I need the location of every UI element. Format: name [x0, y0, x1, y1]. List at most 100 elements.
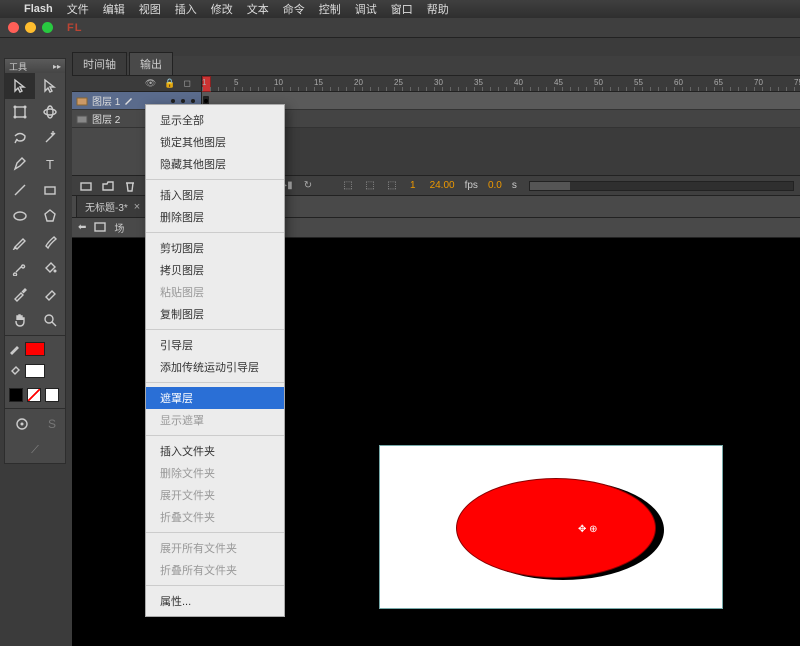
oval-tool[interactable] — [5, 203, 35, 229]
menu-edit[interactable]: 编辑 — [103, 1, 125, 17]
context-menu-item[interactable]: 添加传统运动引导层 — [146, 356, 284, 378]
edit-multiple-button[interactable]: ⬚ — [384, 179, 400, 193]
new-folder-button[interactable] — [100, 179, 116, 193]
pencil-tool[interactable] — [5, 229, 35, 255]
ruler-mark: 45 — [554, 78, 563, 87]
current-frame[interactable]: 1 — [406, 180, 420, 191]
options-indicator: ⟋ — [31, 444, 39, 457]
context-menu-item[interactable]: 复制图层 — [146, 303, 284, 325]
timeline-panel-tabs: 时间轴 输出 — [72, 56, 800, 76]
brush-tool[interactable] — [35, 229, 65, 255]
subselection-tool[interactable] — [35, 73, 65, 99]
paint-bucket-tool[interactable] — [35, 255, 65, 281]
context-menu-item[interactable]: 插入图层 — [146, 184, 284, 206]
bone-tool[interactable] — [5, 255, 35, 281]
timeline-ruler[interactable]: 15101520253035404550556065707580 — [202, 76, 800, 92]
menu-file[interactable]: 文件 — [67, 1, 89, 17]
new-layer-button[interactable] — [78, 179, 94, 193]
tab-output[interactable]: 输出 — [129, 52, 173, 75]
ruler-mark: 1 — [202, 78, 206, 87]
selection-tool[interactable] — [5, 73, 35, 99]
onion-outline-button[interactable]: ⬚ — [362, 179, 378, 193]
context-menu-item: 折叠文件夹 — [146, 506, 284, 528]
context-menu-item[interactable]: 属性... — [146, 590, 284, 612]
loop-button[interactable]: ↻ — [300, 179, 316, 193]
zoom-tool[interactable] — [35, 307, 65, 333]
lasso-tool[interactable] — [5, 125, 35, 151]
lock-icon[interactable]: 🔒 — [164, 78, 175, 89]
menu-modify[interactable]: 修改 — [211, 1, 233, 17]
panel-collapse-icon[interactable]: ▸▸ — [53, 62, 61, 71]
context-menu-item[interactable]: 显示全部 — [146, 109, 284, 131]
eyedropper-tool[interactable] — [5, 281, 35, 307]
fill-color[interactable] — [9, 362, 61, 380]
eraser-tool[interactable] — [35, 281, 65, 307]
no-color[interactable] — [27, 388, 41, 402]
context-menu-item[interactable]: 锁定其他图层 — [146, 131, 284, 153]
3d-rotation-tool[interactable] — [35, 99, 65, 125]
context-menu-item[interactable]: 剪切图层 — [146, 237, 284, 259]
window-close-button[interactable] — [8, 22, 19, 33]
context-menu-item[interactable]: 删除图层 — [146, 206, 284, 228]
back-icon[interactable]: ⬅ — [78, 222, 86, 233]
onion-skin-button[interactable]: ⬚ — [340, 179, 356, 193]
scene-label[interactable]: 场 — [114, 220, 124, 235]
rectangle-tool[interactable] — [35, 177, 65, 203]
snap-to-object-icon[interactable] — [14, 416, 30, 432]
stroke-swatch[interactable] — [25, 342, 45, 356]
visibility-icon[interactable]: 👁 — [145, 78, 156, 89]
hand-tool[interactable] — [5, 307, 35, 333]
menu-commands[interactable]: 命令 — [283, 1, 305, 17]
frames-area[interactable] — [202, 92, 800, 128]
menu-text[interactable]: 文本 — [247, 1, 269, 17]
outline-icon[interactable]: ◻ — [184, 78, 191, 89]
tab-timeline[interactable]: 时间轴 — [72, 52, 127, 75]
close-tab-icon[interactable]: × — [134, 201, 140, 213]
document-tab[interactable]: 无标题-3* × — [76, 195, 149, 218]
elapsed-time: 0.0 — [484, 180, 506, 191]
window-maximize-button[interactable] — [42, 22, 53, 33]
tools-panel-header[interactable]: 工具 ▸▸ — [5, 59, 65, 73]
menu-help[interactable]: 帮助 — [427, 1, 449, 17]
context-menu-item[interactable]: 拷贝图层 — [146, 259, 284, 281]
menu-view[interactable]: 视图 — [139, 1, 161, 17]
polystar-tool[interactable] — [35, 203, 65, 229]
stage[interactable]: ✥ ⊕ — [380, 446, 722, 608]
swap-colors[interactable] — [45, 388, 59, 402]
time-unit: s — [512, 180, 517, 191]
magic-wand-tool[interactable] — [35, 125, 65, 151]
context-menu-item[interactable]: 遮罩层 — [146, 387, 284, 409]
smooth-option[interactable]: S — [48, 417, 56, 431]
menu-window[interactable]: 窗口 — [391, 1, 413, 17]
context-menu-item[interactable]: 引导层 — [146, 334, 284, 356]
menu-debug[interactable]: 调试 — [355, 1, 377, 17]
timeline-scrollbar[interactable] — [529, 181, 794, 191]
frames-row-1[interactable] — [202, 92, 800, 110]
frames-row-2[interactable] — [202, 110, 800, 128]
scrollbar-thumb[interactable] — [530, 182, 570, 190]
fps-value[interactable]: 24.00 — [426, 180, 459, 191]
context-menu-separator — [146, 232, 284, 233]
pencil-icon — [9, 343, 21, 355]
black-white-swap[interactable] — [9, 388, 23, 402]
ruler-mark: 20 — [354, 78, 363, 87]
menu-insert[interactable]: 插入 — [175, 1, 197, 17]
context-menu-item[interactable]: 隐藏其他图层 — [146, 153, 284, 175]
menu-control[interactable]: 控制 — [319, 1, 341, 17]
context-menu-item: 展开所有文件夹 — [146, 537, 284, 559]
line-tool[interactable] — [5, 177, 35, 203]
pen-tool[interactable] — [5, 151, 35, 177]
fill-swatch[interactable] — [25, 364, 45, 378]
context-menu-item[interactable]: 插入文件夹 — [146, 440, 284, 462]
app-name[interactable]: Flash — [24, 3, 53, 15]
window-minimize-button[interactable] — [25, 22, 36, 33]
window-titlebar: FL — [0, 18, 800, 38]
free-transform-tool[interactable] — [5, 99, 35, 125]
ruler-mark: 40 — [514, 78, 523, 87]
tools-panel: 工具 ▸▸ T — [4, 58, 66, 464]
delete-layer-button[interactable] — [122, 179, 138, 193]
ellipse-shape[interactable] — [456, 478, 656, 578]
ruler-mark: 15 — [314, 78, 323, 87]
text-tool[interactable]: T — [35, 151, 65, 177]
stroke-color[interactable] — [9, 340, 61, 358]
